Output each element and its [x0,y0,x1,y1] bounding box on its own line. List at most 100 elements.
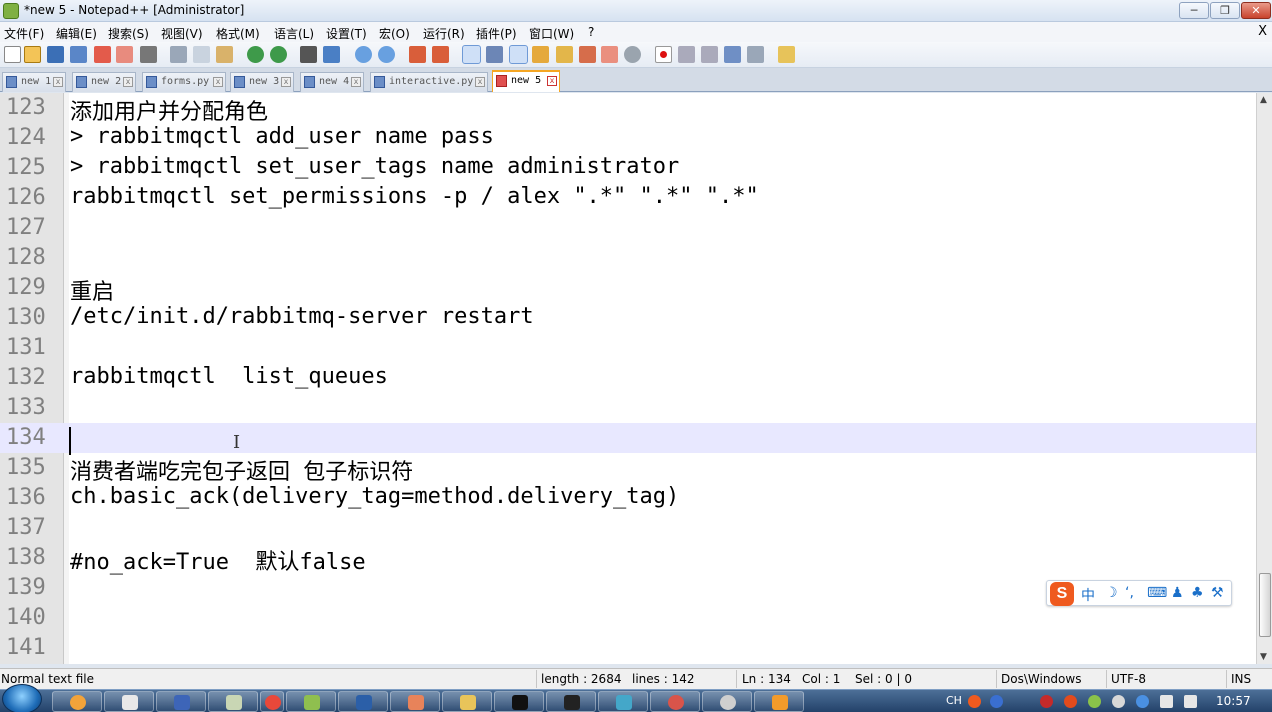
taskbar-app[interactable] [702,691,752,712]
editor-line[interactable]: 128 [0,243,1256,273]
app-tray-icon[interactable] [1064,695,1077,708]
find-icon[interactable] [300,46,317,63]
save-macro-icon[interactable] [747,46,764,63]
app-tray-icon[interactable] [1136,695,1149,708]
menu-search[interactable]: 搜索(S) [108,25,149,42]
udl-icon[interactable] [532,46,549,63]
close-all-icon[interactable] [116,46,133,63]
editor-line[interactable]: 135 消费者端吃完包子返回 包子标识符 [0,453,1256,485]
taskbar-app[interactable] [104,691,154,712]
help-icon[interactable] [990,695,1003,708]
sogou-tray-icon[interactable] [968,695,981,708]
menu-settings[interactable]: 设置(T) [326,25,367,42]
editor-line[interactable]: 130/etc/init.d/rabbitmq-server restart [0,303,1256,333]
user-icon[interactable]: ♟ [1171,585,1184,601]
tab-close-icon[interactable]: x [281,77,291,87]
line-text[interactable]: rabbitmqctl set_permissions -p / alex ".… [70,184,759,209]
menu-plugins[interactable]: 插件(P) [476,25,517,42]
taskbar-app[interactable] [52,691,102,712]
copy-icon[interactable] [193,46,210,63]
record-macro-icon[interactable] [655,46,672,63]
editor-line[interactable]: 134 [0,423,1256,453]
close-button[interactable]: ✕ [1241,2,1271,19]
editor-line[interactable]: 137 [0,513,1256,543]
tab-forms-py[interactable]: forms.py x [142,72,226,92]
line-text[interactable]: > rabbitmqctl add_user name pass [70,124,494,149]
editor-line[interactable]: 127 [0,213,1256,243]
menu-window[interactable]: 窗口(W) [529,25,574,42]
save-icon[interactable] [47,46,64,63]
scroll-up-icon[interactable]: ▲ [1260,95,1267,105]
word-wrap-icon[interactable] [462,45,481,64]
sogou-logo-icon[interactable]: S [1050,582,1074,606]
taskbar-app[interactable] [650,691,700,712]
vertical-scrollbar[interactable]: ▲ ▼ [1256,93,1272,664]
paste-icon[interactable] [216,46,233,63]
line-text[interactable]: > rabbitmqctl set_user_tags name adminis… [70,154,679,179]
taskbar-app[interactable] [442,691,492,712]
tab-close-icon[interactable]: x [475,77,485,87]
skin-icon[interactable]: ♣ [1191,585,1204,601]
close-document-button[interactable]: X [1258,24,1267,39]
editor-line[interactable]: 136 ch.basic_ack(delivery_tag=method.deli… [0,483,1256,513]
taskbar-app[interactable] [260,691,284,712]
function-list-icon[interactable] [579,46,596,63]
taskbar-app[interactable] [208,691,258,712]
line-text[interactable]: rabbitmqctl list_queues [70,364,388,389]
moon-icon[interactable]: ☽ [1105,585,1118,601]
replace-icon[interactable] [323,46,340,63]
editor-line[interactable]: 138 #no_ack=True 默认false [0,543,1256,576]
volume-icon[interactable] [1184,695,1197,708]
line-text[interactable]: 添加用户并分配角色 [70,94,268,126]
taskbar-clock[interactable]: 10:57 [1216,694,1251,708]
line-text[interactable]: #no_ack=True 默认false [70,544,366,576]
editor-line[interactable]: 132 rabbitmqctl list_queues [0,363,1256,393]
network-icon[interactable] [1160,695,1173,708]
run-macro-multiple-icon[interactable] [724,46,741,63]
zoom-in-icon[interactable] [355,46,372,63]
menu-view[interactable]: 视图(V) [161,25,203,42]
start-button[interactable] [2,684,42,712]
editor-line[interactable]: 131 [0,333,1256,363]
editor-line[interactable]: 126 rabbitmqctl set_permissions -p / alex… [0,183,1256,213]
maximize-button[interactable]: ❐ [1210,2,1240,19]
editor-line[interactable]: 129 重启 [0,273,1256,305]
tab-close-icon[interactable]: x [213,77,223,87]
taskbar-app[interactable] [546,691,596,712]
undo-icon[interactable] [247,46,264,63]
editor-line[interactable]: 123 添加用户并分配角色 [0,93,1256,126]
menu-edit[interactable]: 编辑(E) [56,25,97,42]
tab-new-4[interactable]: new 4 x [300,72,364,92]
tab-close-icon[interactable]: x [351,77,361,87]
line-text[interactable]: ch.basic_ack(delivery_tag=method.deliver… [70,484,679,509]
ime-toolbar[interactable]: S 中 ☽ ‘, ⌨ ♟ ♣ ⚒ [1046,580,1232,606]
taskbar-app[interactable] [390,691,440,712]
punctuation-icon[interactable]: ‘, [1125,585,1134,601]
menu-file[interactable]: 文件(F) [4,25,44,42]
doc-map-icon[interactable] [556,46,573,63]
tab-new-5[interactable]: new 5 x [492,70,560,92]
line-text[interactable]: /etc/init.d/rabbitmq-server restart [70,304,534,329]
tab-close-icon[interactable]: x [53,77,63,87]
tab-close-icon[interactable]: x [547,76,557,86]
menu-help[interactable]: ? [588,25,594,39]
taskbar-app[interactable] [754,691,804,712]
tray-language[interactable]: CH [946,694,962,707]
tab-new-2[interactable]: new 2 x [72,72,136,92]
zoom-out-icon[interactable] [378,46,395,63]
indent-guide-icon[interactable] [509,45,528,64]
tab-new-1[interactable]: new 1 x [2,72,66,92]
editor-line[interactable]: 125 > rabbitmqctl set_user_tags name admi… [0,153,1256,183]
scroll-down-icon[interactable]: ▼ [1260,652,1267,662]
editor-line[interactable]: 124 > rabbitmqctl add_user name pass [0,123,1256,153]
menu-format[interactable]: 格式(M) [216,25,260,42]
editor-area[interactable]: 123 添加用户并分配角色 124 > rabbitmqctl add_user na… [0,93,1256,664]
redo-icon[interactable] [270,46,287,63]
play-macro-icon[interactable] [701,46,718,63]
close-file-icon[interactable] [94,46,111,63]
print-icon[interactable] [140,46,157,63]
editor-line[interactable]: 141 [0,633,1256,663]
menu-language[interactable]: 语言(L) [274,25,314,42]
monitoring-icon[interactable] [624,46,641,63]
menu-run[interactable]: 运行(R) [423,25,465,42]
